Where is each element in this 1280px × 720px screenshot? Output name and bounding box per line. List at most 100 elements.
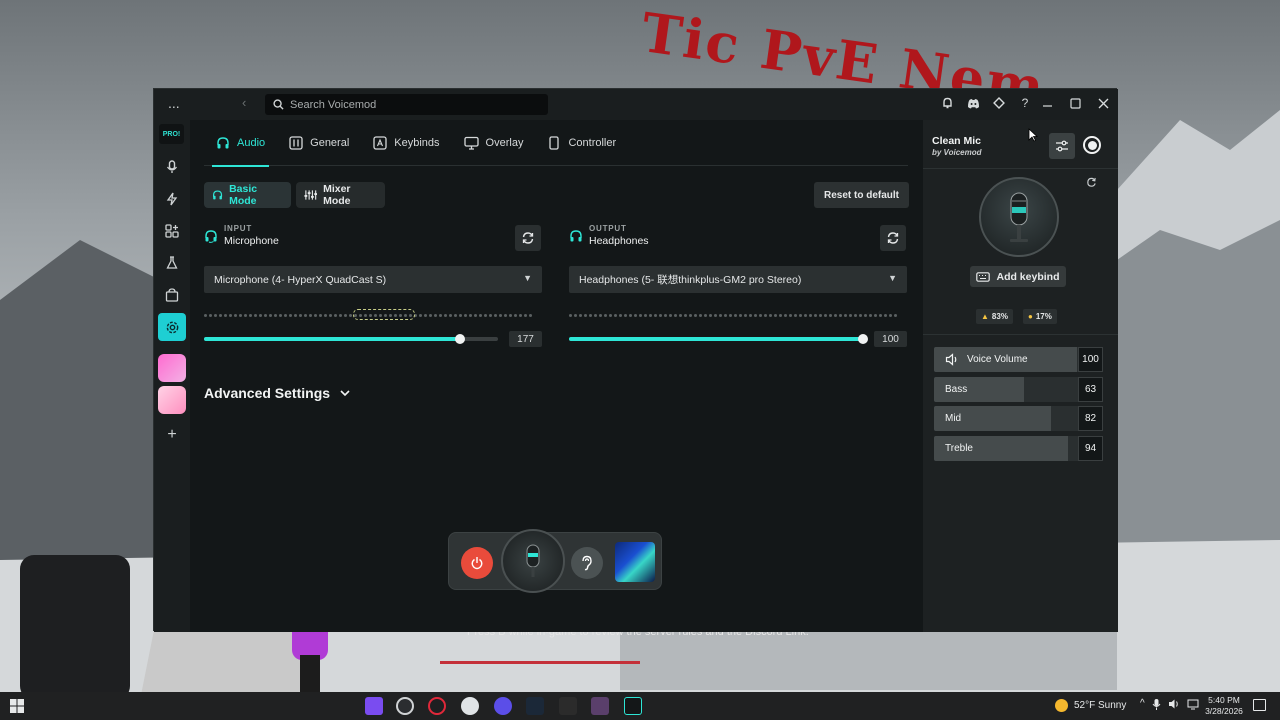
bass-slider[interactable]: Bass 63 <box>934 377 1103 402</box>
taskbar-app-icon[interactable] <box>461 697 479 715</box>
level-dot <box>519 314 522 317</box>
output-volume-knob[interactable] <box>858 334 868 344</box>
search-box[interactable] <box>265 94 548 115</box>
power-icon <box>471 557 483 570</box>
store-icon[interactable] <box>158 281 186 309</box>
menu-button[interactable]: ... <box>168 95 180 111</box>
tab-overlay[interactable]: Overlay <box>452 120 536 166</box>
discord-icon[interactable] <box>966 95 980 111</box>
microphone-icon <box>1010 192 1028 242</box>
opera-icon[interactable] <box>428 697 446 715</box>
tab-keybinds[interactable]: Keybinds <box>361 120 451 166</box>
add-app-button[interactable]: + <box>158 421 186 449</box>
treble-slider[interactable]: Treble 94 <box>934 436 1103 461</box>
input-device-select[interactable]: Microphone (4- HyperX QuadCast S) ▼ <box>204 266 542 293</box>
level-dot <box>204 314 207 317</box>
level-dot <box>734 314 737 317</box>
voice-settings-button[interactable] <box>1049 133 1075 159</box>
hear-myself-button[interactable] <box>571 547 603 579</box>
system-tray: ^ <box>1140 698 1199 711</box>
mixer-mode-button[interactable]: Mixer Mode <box>296 182 385 208</box>
soundboard-app-icon[interactable] <box>158 354 186 382</box>
tab-controller[interactable]: Controller <box>535 120 628 166</box>
voicemod-taskbar-icon[interactable] <box>624 697 642 715</box>
output-volume-value[interactable]: 100 <box>874 331 907 347</box>
taskbar-app-icon[interactable] <box>396 697 414 715</box>
output-device-select[interactable]: Headphones (5- 联想thinkplus-GM2 pro Stere… <box>569 266 907 293</box>
monitor-icon <box>463 136 479 150</box>
input-volume-slider[interactable] <box>204 334 498 344</box>
level-dot <box>444 314 447 317</box>
title-bar: ... ‹ ? <box>154 89 1118 120</box>
voice-changer-toggle[interactable] <box>501 529 565 593</box>
mid-slider[interactable]: Mid 82 <box>934 406 1103 431</box>
background-effects-button[interactable] <box>615 542 655 582</box>
kawaii-app-icon[interactable] <box>158 386 186 414</box>
tab-audio[interactable]: Audio <box>204 120 277 167</box>
reset-to-default-button[interactable]: Reset to default <box>814 182 909 208</box>
volume-icon[interactable] <box>1168 698 1180 710</box>
reset-voice-icon[interactable] <box>1086 177 1097 191</box>
output-device-value: Headphones (5- 联想thinkplus-GM2 pro Stere… <box>579 274 802 286</box>
search-input[interactable] <box>290 98 540 111</box>
input-volume-knob[interactable] <box>454 334 465 344</box>
headphones-icon <box>212 190 223 200</box>
taskbar-app-icon[interactable] <box>591 697 609 715</box>
notification-icon[interactable] <box>1253 699 1266 711</box>
voice-record-button[interactable] <box>1083 136 1101 154</box>
level-dot <box>449 314 452 317</box>
level-dot <box>884 314 887 317</box>
voice-volume-slider[interactable]: Voice Volume 100 <box>934 347 1103 372</box>
tag-icon[interactable] <box>992 95 1006 111</box>
basic-mode-button[interactable]: Basic Mode <box>204 182 291 208</box>
treble-value[interactable]: 94 <box>1078 436 1103 461</box>
level-dot <box>749 314 752 317</box>
like-badge[interactable]: ▲ 83% <box>976 309 1013 324</box>
input-refresh-button[interactable] <box>515 225 541 251</box>
mid-value[interactable]: 82 <box>1078 406 1103 431</box>
dislike-badge[interactable]: ● 17% <box>1023 309 1057 324</box>
help-icon[interactable]: ? <box>1018 95 1032 111</box>
close-button[interactable] <box>1096 94 1110 112</box>
lightning-icon[interactable] <box>158 185 186 213</box>
level-dot <box>669 314 672 317</box>
system-clock[interactable]: 5:40 PM 3/28/2026 <box>1205 695 1243 717</box>
windows-start-icon[interactable] <box>10 699 24 713</box>
output-volume-slider[interactable] <box>569 334 868 344</box>
output-refresh-button[interactable] <box>880 225 906 251</box>
level-dot <box>209 314 212 317</box>
game-app-icon[interactable] <box>559 697 577 715</box>
flask-icon[interactable] <box>158 249 186 277</box>
weather-widget[interactable]: 52°F Sunny <box>1055 699 1126 712</box>
level-dot <box>874 314 877 317</box>
power-button[interactable] <box>461 547 493 579</box>
steam-icon[interactable] <box>526 697 544 715</box>
discord-icon[interactable] <box>494 697 512 715</box>
maximize-button[interactable] <box>1068 94 1082 112</box>
apps-icon[interactable] <box>158 217 186 245</box>
voice-volume-value[interactable]: 100 <box>1078 347 1103 372</box>
level-dot <box>324 314 327 317</box>
settings-icon[interactable] <box>158 313 186 341</box>
minimize-button[interactable] <box>1040 94 1054 112</box>
headphones-icon <box>570 229 582 241</box>
voice-avatar <box>979 177 1059 257</box>
level-dot <box>694 314 697 317</box>
chevron-up-icon[interactable]: ^ <box>1140 698 1145 711</box>
input-volume-value[interactable]: 177 <box>509 331 542 347</box>
level-dot <box>819 314 822 317</box>
back-button[interactable]: ‹ <box>242 95 246 110</box>
bass-value[interactable]: 63 <box>1078 377 1103 402</box>
advanced-settings-toggle[interactable]: Advanced Settings <box>204 385 350 401</box>
network-icon[interactable] <box>1187 698 1199 710</box>
microphone-icon[interactable] <box>158 153 186 181</box>
microphone-icon[interactable] <box>1152 698 1161 711</box>
taskbar-app-icon[interactable] <box>365 697 383 715</box>
level-dot <box>789 314 792 317</box>
input-volume-fill <box>204 337 460 341</box>
add-keybind-button[interactable]: Add keybind <box>970 266 1066 287</box>
settings-tabs: Audio General Keybinds Overlay Controlle… <box>204 120 908 167</box>
bell-icon[interactable] <box>940 95 954 111</box>
sliders-icon <box>289 136 303 150</box>
tab-general[interactable]: General <box>277 120 361 166</box>
